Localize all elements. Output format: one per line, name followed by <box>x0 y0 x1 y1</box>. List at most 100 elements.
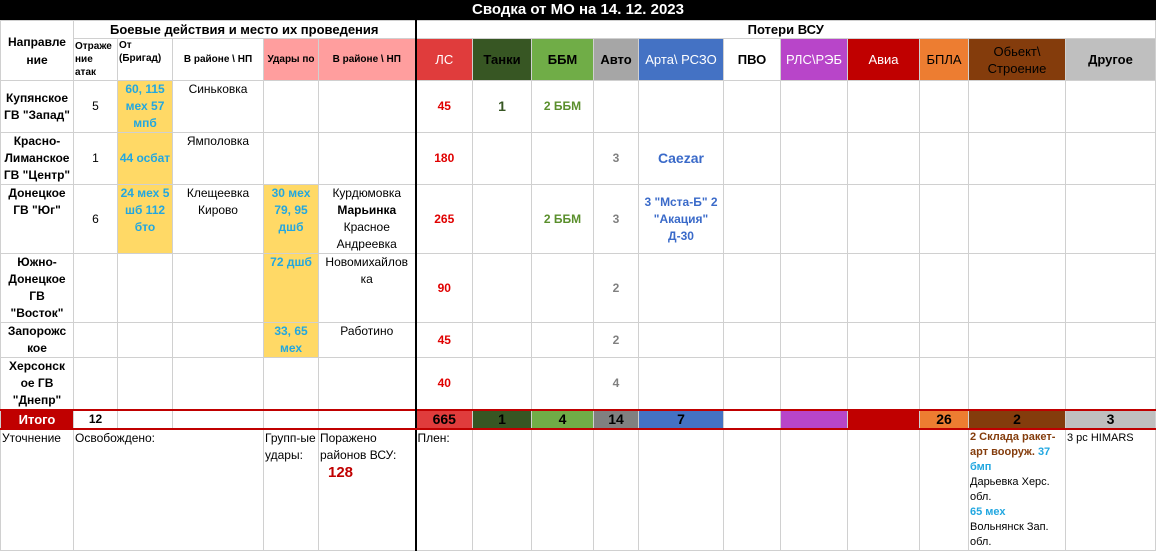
summary-table: Направле ние Боевые действия и место их … <box>0 20 1156 551</box>
hit-areas-value: 128 <box>328 464 354 481</box>
strikes-cell: 72 дшб <box>263 253 319 323</box>
header-avia: Авиа <box>847 38 920 81</box>
area2-cell: Курдюмовка Марьинка Красное Андреевка <box>318 184 417 254</box>
totals-object: 2 <box>968 409 1066 430</box>
area-cell <box>172 357 264 411</box>
footer-row: Уточнение Освобождено: Групп-ые удары: П… <box>0 428 1156 551</box>
area2-cell: Новомихайлов ка <box>318 253 417 323</box>
header-arta: Арта\ РСЗО <box>638 38 724 81</box>
bbm-cell <box>531 357 594 411</box>
totals-row: Итого 12 665 1 4 14 7 26 2 3 <box>0 409 1156 430</box>
bbm-cell: 2 ББМ <box>531 184 594 254</box>
repelled-cell: 6 <box>73 184 118 254</box>
arta-cell <box>638 322 724 358</box>
arta-cell <box>638 357 724 411</box>
area-cell <box>172 322 264 358</box>
totals-label: Итого <box>0 409 74 430</box>
hit-areas-label: Поражено районов ВСУ: <box>320 431 397 462</box>
captured-label: Плен: <box>415 428 473 551</box>
area-cell: Клещеевка Кирово <box>172 184 264 254</box>
table-row: Запорожс кое 33, 65 мех Работино 45 2 <box>0 322 1156 358</box>
header-strikes: Удары по <box>263 38 319 81</box>
totals-pvo <box>723 409 781 430</box>
header-rls: РЛС\РЭБ <box>780 38 848 81</box>
totals-auto: 14 <box>593 409 639 430</box>
bbm-cell <box>531 132 594 185</box>
brigade-cell <box>117 253 173 323</box>
header-area: В районе \ НП <box>172 38 264 81</box>
auto-cell: 4 <box>593 357 639 411</box>
ls-cell: 265 <box>415 184 473 254</box>
direction-cell: Красно-Лиманское ГВ "Центр" <box>0 132 74 185</box>
header-bpla: БПЛА <box>919 38 969 81</box>
brigade-cell: 44 осбат <box>117 132 173 185</box>
bbm-cell <box>531 322 594 358</box>
totals-ls: 665 <box>415 409 473 430</box>
direction-cell: Херсонск ое ГВ "Днепр" <box>0 357 74 411</box>
header-combat-section: Боевые действия и место их проведения <box>73 20 417 39</box>
tanks-cell <box>472 184 532 254</box>
strikes-cell <box>263 132 319 185</box>
table-row: Красно-Лиманское ГВ "Центр" 1 44 осбат Я… <box>0 132 1156 185</box>
header-repelled: Отраже ние атак <box>73 38 118 81</box>
strikes-cell <box>263 357 319 411</box>
header-from-brigade: От (Бригад) <box>117 38 173 81</box>
totals-other: 3 <box>1065 409 1156 430</box>
liberated-label: Освобождено: <box>73 428 264 551</box>
totals-tanks: 1 <box>472 409 532 430</box>
direction-cell: Запорожс кое <box>0 322 74 358</box>
brigade-cell <box>117 322 173 358</box>
clarify-label: Уточнение <box>0 428 74 551</box>
repelled-cell <box>73 322 118 358</box>
totals-rls <box>780 409 848 430</box>
header-auto: Авто <box>593 38 639 81</box>
totals-repelled: 12 <box>73 409 118 430</box>
brigade-cell: 60, 115 мех 57 мпб <box>117 80 173 133</box>
object-note-d: 65 мех <box>970 506 1006 518</box>
ls-cell: 180 <box>415 132 473 185</box>
direction-cell: Южно-Донецкое ГВ "Восток" <box>0 253 74 323</box>
header-ls: ЛС <box>415 38 473 81</box>
repelled-cell <box>73 357 118 411</box>
brigade-cell: 24 мех 5 шб 112 бто <box>117 184 173 254</box>
auto-cell <box>593 80 639 133</box>
auto-cell: 2 <box>593 253 639 323</box>
strikes-cell: 33, 65 мех <box>263 322 319 358</box>
repelled-cell <box>73 253 118 323</box>
table-row: Донецкое ГВ "Юг" 6 24 мех 5 шб 112 бто К… <box>0 184 1156 254</box>
header-other: Другое <box>1065 38 1156 81</box>
tanks-cell <box>472 253 532 323</box>
direction-cell: Донецкое ГВ "Юг" <box>0 184 74 254</box>
strikes-cell <box>263 80 319 133</box>
tanks-cell: 1 <box>472 80 532 133</box>
group-strikes-label: Групп-ые удары: <box>263 428 319 551</box>
totals-arta: 7 <box>638 409 724 430</box>
bbm-cell: 2 ББМ <box>531 80 594 133</box>
auto-cell: 3 <box>593 132 639 185</box>
table-row: Херсонск ое ГВ "Днепр" 40 4 <box>0 357 1156 411</box>
tanks-cell <box>472 322 532 358</box>
arta-cell: Caezar <box>638 132 724 185</box>
area2-cell: Работино <box>318 322 417 358</box>
object-note-e: Вольнянск Зап. обл. <box>970 521 1049 548</box>
auto-cell: 2 <box>593 322 639 358</box>
bbm-cell <box>531 253 594 323</box>
ls-cell: 90 <box>415 253 473 323</box>
area2-line: Красное Андреевка <box>336 220 397 251</box>
totals-avia <box>847 409 920 430</box>
area-cell: Синьковка <box>172 80 264 133</box>
strikes-cell: 30 мех 79, 95 дшб <box>263 184 319 254</box>
direction-cell: Купянское ГВ "Запад" <box>0 80 74 133</box>
object-note-c: Дарьевка Херс. обл. <box>970 476 1050 503</box>
ls-cell: 40 <box>415 357 473 411</box>
area2-cell <box>318 80 417 133</box>
area-cell: Ямполовка <box>172 132 264 185</box>
auto-cell: 3 <box>593 184 639 254</box>
area2-line: Марьинка <box>337 203 397 217</box>
area-cell <box>172 253 264 323</box>
ls-cell: 45 <box>415 322 473 358</box>
arta-cell: 3 "Мста-Б" 2 "Акация" Д-30 <box>638 184 724 254</box>
header-losses-section: Потери ВСУ <box>415 20 1156 39</box>
header-bbm: ББМ <box>531 38 594 81</box>
page-title: Сводка от МО на 14. 12. 2023 <box>0 0 1156 20</box>
